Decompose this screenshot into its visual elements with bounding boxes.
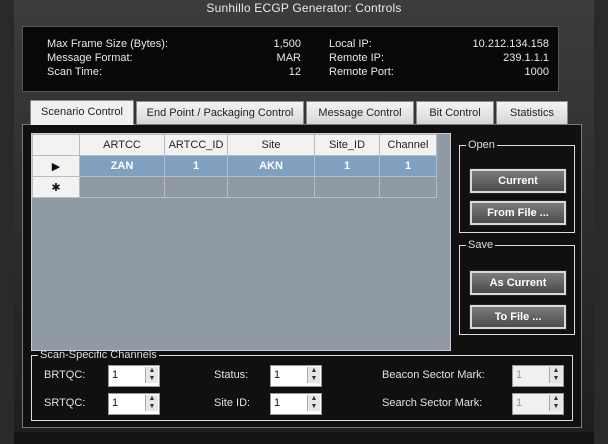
brtqc-stepper[interactable]: 1 ▲ ▼ bbox=[108, 365, 160, 387]
new-row-indicator-icon: ✱ bbox=[32, 176, 80, 198]
tab-message-control[interactable]: Message Control bbox=[306, 101, 414, 124]
beacon-sector-mark-label: Beacon Sector Mark: bbox=[382, 369, 485, 381]
cell-site-id[interactable]: 1 bbox=[314, 155, 380, 177]
spin-arrows-icon: ▲ ▼ bbox=[549, 395, 562, 411]
new-row[interactable]: ✱ bbox=[32, 176, 437, 198]
beacon-sector-mark-value: 1 bbox=[516, 369, 523, 381]
message-format-value: MAR bbox=[276, 52, 301, 64]
column-header-site[interactable]: Site bbox=[227, 134, 315, 156]
table-row[interactable]: ▶ ZAN 1 AKN 1 1 bbox=[32, 155, 437, 177]
remote-ip-value: 239.1.1.1 bbox=[503, 52, 549, 64]
scan-specific-channels-group: Scan-Specific Channels BRTQC: 1 ▲ ▼ SRTQC… bbox=[31, 349, 573, 421]
remote-port-label: Remote Port: bbox=[329, 66, 394, 78]
scan-group-legend: Scan-Specific Channels bbox=[40, 349, 157, 361]
open-from-file-button[interactable]: From File ... bbox=[470, 201, 566, 225]
spin-arrows-icon[interactable]: ▲ ▼ bbox=[145, 367, 158, 383]
column-header-artcc[interactable]: ARTCC bbox=[79, 134, 165, 156]
scenario-grid[interactable]: ARTCC ARTCC_ID Site Site_ID Channel ▶ ZA… bbox=[31, 133, 451, 351]
site-id-stepper[interactable]: 1 ▲ ▼ bbox=[270, 393, 322, 415]
column-header-artcc-id[interactable]: ARTCC_ID bbox=[164, 134, 228, 156]
status-bar bbox=[14, 432, 594, 444]
max-frame-value: 1,500 bbox=[273, 38, 301, 50]
remote-port-value: 1000 bbox=[524, 66, 549, 78]
window-title: Sunhillo ECGP Generator: Controls bbox=[206, 1, 402, 15]
tab-endpoint-packaging[interactable]: End Point / Packaging Control bbox=[136, 101, 304, 124]
local-ip-label: Local IP: bbox=[329, 38, 372, 50]
brtqc-label: BRTQC: bbox=[44, 369, 86, 381]
spin-arrows-icon[interactable]: ▲ ▼ bbox=[145, 395, 158, 411]
site-id-value: 1 bbox=[274, 397, 281, 409]
tab-scenario-control[interactable]: Scenario Control bbox=[30, 100, 134, 125]
message-format-label: Message Format: bbox=[47, 52, 133, 64]
status-value: 1 bbox=[274, 369, 281, 381]
tab-strip: Scenario Control End Point / Packaging C… bbox=[22, 100, 582, 125]
connection-info-panel: Max Frame Size (Bytes): 1,500 Message Fo… bbox=[22, 26, 559, 92]
cell-site[interactable]: AKN bbox=[227, 155, 315, 177]
current-row-indicator-icon: ▶ bbox=[32, 155, 80, 177]
max-frame-label: Max Frame Size (Bytes): bbox=[47, 38, 169, 50]
brtqc-value: 1 bbox=[112, 369, 119, 381]
site-id-label: Site ID: bbox=[214, 397, 251, 409]
scenario-control-panel: ARTCC ARTCC_ID Site Site_ID Channel ▶ ZA… bbox=[22, 124, 582, 428]
local-ip-value: 10.212.134.158 bbox=[472, 38, 549, 50]
row-header-corner bbox=[32, 134, 80, 156]
tab-bit-control[interactable]: Bit Control bbox=[416, 101, 494, 124]
remote-ip-label: Remote IP: bbox=[329, 52, 385, 64]
search-sector-mark-label: Search Sector Mark: bbox=[382, 397, 483, 409]
cell-channel[interactable]: 1 bbox=[379, 155, 437, 177]
srtqc-label: SRTQC: bbox=[44, 397, 86, 409]
open-group-legend: Open bbox=[468, 139, 495, 151]
beacon-sector-mark-stepper: 1 ▲ ▼ bbox=[512, 365, 564, 387]
status-stepper[interactable]: 1 ▲ ▼ bbox=[270, 365, 322, 387]
spin-arrows-icon: ▲ ▼ bbox=[549, 367, 562, 383]
save-to-file-button[interactable]: To File ... bbox=[470, 305, 566, 329]
column-header-channel[interactable]: Channel bbox=[379, 134, 437, 156]
save-as-current-button[interactable]: As Current bbox=[470, 271, 566, 295]
open-group: Open Current From File ... bbox=[459, 139, 575, 233]
open-current-button[interactable]: Current bbox=[470, 169, 566, 193]
search-sector-mark-value: 1 bbox=[516, 397, 523, 409]
cell-artcc[interactable]: ZAN bbox=[79, 155, 165, 177]
save-group: Save As Current To File ... bbox=[459, 239, 575, 335]
cell-artcc-id[interactable]: 1 bbox=[164, 155, 228, 177]
srtqc-stepper[interactable]: 1 ▲ ▼ bbox=[108, 393, 160, 415]
scan-time-label: Scan Time: bbox=[47, 66, 103, 78]
search-sector-mark-stepper: 1 ▲ ▼ bbox=[512, 393, 564, 415]
scan-time-value: 12 bbox=[288, 66, 301, 78]
srtqc-value: 1 bbox=[112, 397, 119, 409]
column-header-site-id[interactable]: Site_ID bbox=[314, 134, 380, 156]
spin-arrows-icon[interactable]: ▲ ▼ bbox=[307, 367, 320, 383]
status-label: Status: bbox=[214, 369, 249, 381]
tab-statistics[interactable]: Statistics bbox=[496, 101, 568, 124]
spin-arrows-icon[interactable]: ▲ ▼ bbox=[307, 395, 320, 411]
save-group-legend: Save bbox=[468, 239, 494, 251]
